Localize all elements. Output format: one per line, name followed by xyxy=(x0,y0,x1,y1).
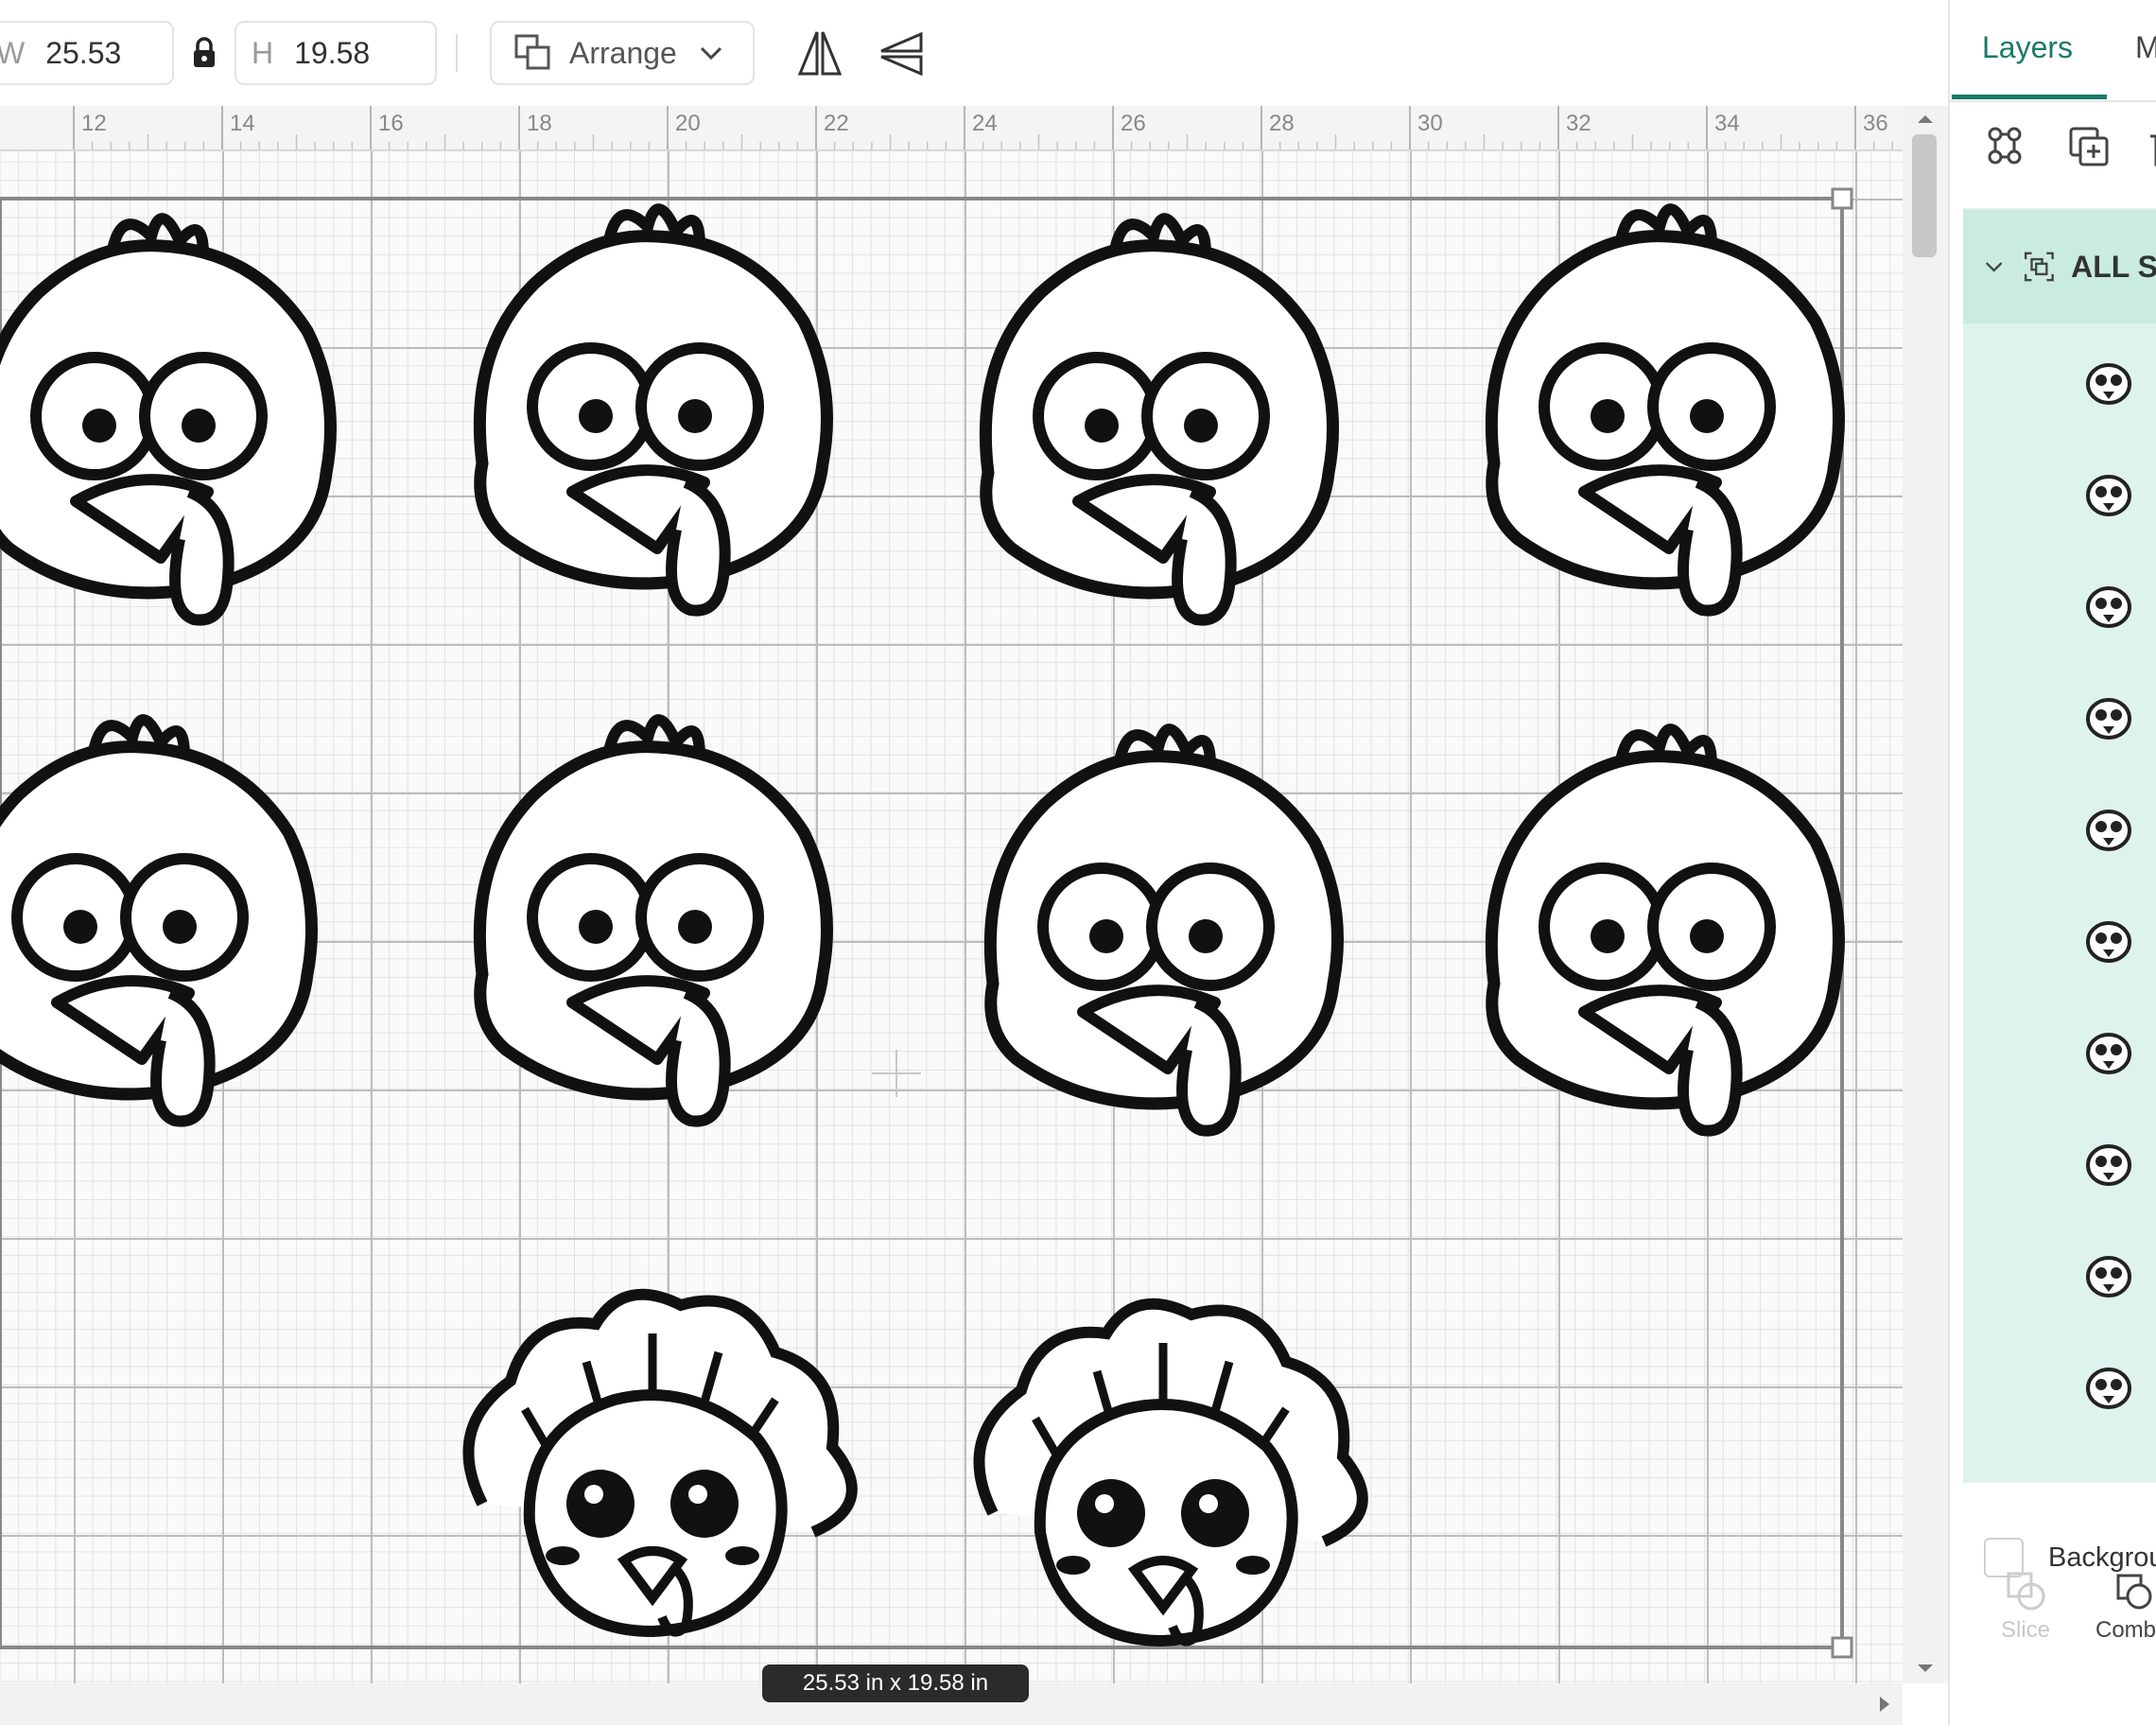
combine-label: Comb xyxy=(2095,1617,2156,1643)
resize-handle-top-right[interactable] xyxy=(1831,187,1853,210)
turkey-head-10[interactable] xyxy=(979,1304,1362,1642)
tab-layers[interactable]: Layers xyxy=(1982,30,2073,65)
height-label: H xyxy=(252,35,274,70)
turkey-head-icon xyxy=(2086,1368,2131,1409)
canvas-artwork xyxy=(0,187,1853,1659)
vertical-scroll-thumb[interactable] xyxy=(1912,134,1937,257)
turkey-head-1[interactable] xyxy=(0,218,331,619)
arrange-label: Arrange xyxy=(569,35,677,70)
layer-item[interactable] xyxy=(1963,997,2156,1106)
slice-label: Slice xyxy=(2001,1617,2051,1643)
ruler-label: 36 xyxy=(1863,111,1888,136)
size-badge: 25.53 in x 19.58 in xyxy=(762,1664,1029,1702)
group-icon[interactable] xyxy=(1982,125,2027,170)
turkey-head-6[interactable] xyxy=(479,720,826,1121)
turkey-head-icon xyxy=(2086,475,2131,516)
turkey-head-2[interactable] xyxy=(479,209,826,610)
ruler-label: 22 xyxy=(824,111,849,136)
turkey-head-icon xyxy=(2086,810,2131,851)
toolbar: W 25.53 H 19.58 Arrange xyxy=(0,0,1948,104)
width-field[interactable]: W 25.53 xyxy=(0,21,174,85)
layer-item[interactable] xyxy=(1963,1220,2156,1330)
turkey-head-9[interactable] xyxy=(468,1295,851,1632)
layers-panel: Layers M ALL S Backgroun xyxy=(1948,0,2156,1725)
layer-item[interactable] xyxy=(1963,1108,2156,1218)
tab-more[interactable]: M xyxy=(2135,30,2156,65)
scroll-right-icon[interactable] xyxy=(1870,1683,1899,1725)
turkey-head-4[interactable] xyxy=(1491,209,1838,610)
ruler-label: 18 xyxy=(527,111,552,136)
turkey-head-icon xyxy=(2086,1256,2131,1298)
slice-button[interactable]: Slice xyxy=(2001,1572,2051,1644)
slice-icon xyxy=(2007,1572,2045,1611)
lock-icon[interactable] xyxy=(189,36,219,70)
layer-item[interactable] xyxy=(1963,774,2156,883)
arrange-dropdown[interactable]: Arrange xyxy=(490,21,755,85)
layer-item[interactable] xyxy=(1963,662,2156,772)
layer-group-name: ALL S xyxy=(2071,249,2156,284)
ruler-label: 28 xyxy=(1269,111,1295,136)
layer-item[interactable] xyxy=(1963,885,2156,995)
ruler-label: 16 xyxy=(378,111,404,136)
layer-item[interactable] xyxy=(1963,550,2156,660)
height-field[interactable]: H 19.58 xyxy=(235,21,437,85)
ruler-label: 26 xyxy=(1121,111,1146,136)
ruler-label: 14 xyxy=(230,111,255,136)
toolbar-divider xyxy=(456,34,458,72)
vertical-scrollbar[interactable] xyxy=(1903,106,1948,1683)
turkey-head-5[interactable] xyxy=(0,720,312,1121)
width-label: W xyxy=(0,35,26,70)
ruler-ticks: 12 14 16 18 20 22 24 26 28 30 32 34 36 xyxy=(73,106,1893,149)
turkey-head-3[interactable] xyxy=(985,218,1332,619)
height-value: 19.58 xyxy=(294,35,371,70)
combine-button[interactable]: Comb xyxy=(2095,1574,2156,1644)
design-canvas[interactable] xyxy=(0,151,1903,1683)
flip-vertical-icon[interactable] xyxy=(878,28,925,79)
combine-icon xyxy=(2116,1574,2152,1610)
delete-icon[interactable] xyxy=(2143,125,2156,170)
ruler-label: 34 xyxy=(1714,111,1740,136)
turkey-head-8[interactable] xyxy=(1491,729,1838,1130)
layer-group-header[interactable]: ALL S xyxy=(1963,210,2156,323)
turkey-head-7[interactable] xyxy=(990,729,1337,1130)
scroll-up-icon[interactable] xyxy=(1903,106,1948,134)
layer-item[interactable] xyxy=(1963,327,2156,437)
turkey-head-icon xyxy=(2086,1033,2131,1074)
flip-horizontal-icon[interactable] xyxy=(796,28,843,79)
width-value: 25.53 xyxy=(45,35,122,70)
turkey-head-icon xyxy=(2086,698,2131,740)
ruler-label: 30 xyxy=(1417,111,1443,136)
scroll-down-icon[interactable] xyxy=(1903,1655,1948,1683)
turkey-head-icon xyxy=(2086,921,2131,963)
background-label: Backgroun xyxy=(2048,1542,2156,1573)
group-layers-icon xyxy=(2025,252,2055,282)
ruler-label: 12 xyxy=(81,111,107,136)
panel-divider xyxy=(1950,100,2156,102)
ruler-label: 32 xyxy=(1566,111,1591,136)
duplicate-icon[interactable] xyxy=(2067,125,2113,170)
arrange-icon xyxy=(514,34,550,70)
turkey-head-icon xyxy=(2086,586,2131,628)
resize-handle-bottom-right[interactable] xyxy=(1831,1636,1853,1659)
center-crosshair xyxy=(872,1050,921,1097)
ruler-label: 24 xyxy=(972,111,998,136)
horizontal-ruler: 12 14 16 18 20 22 24 26 28 30 32 34 36 xyxy=(0,106,1903,151)
ruler-label: 20 xyxy=(675,111,701,136)
layer-item[interactable] xyxy=(1963,439,2156,549)
turkey-head-icon xyxy=(2086,363,2131,405)
chevron-down-icon xyxy=(700,46,722,61)
active-tab-indicator xyxy=(1952,95,2107,99)
turkey-head-icon xyxy=(2086,1144,2131,1186)
layer-item[interactable] xyxy=(1963,1332,2156,1441)
chevron-down-icon[interactable] xyxy=(1982,255,2006,278)
